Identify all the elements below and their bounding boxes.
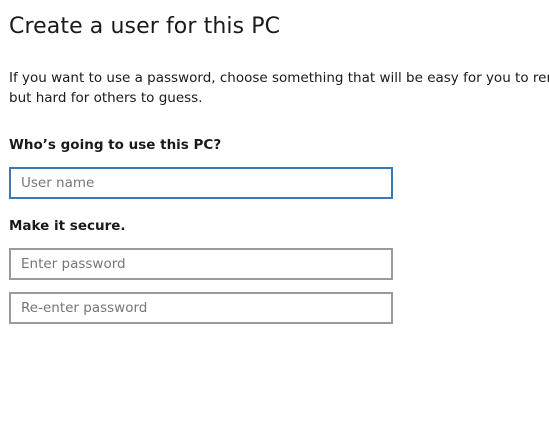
page-description: If you want to use a password, choose so… — [9, 68, 549, 108]
reenter-password-input[interactable] — [9, 292, 393, 324]
password-input[interactable] — [9, 248, 393, 280]
page-title: Create a user for this PC — [9, 14, 281, 39]
user-section-label: Who’s going to use this PC? — [9, 137, 222, 153]
username-input[interactable] — [9, 167, 393, 199]
security-section-label: Make it secure. — [9, 218, 126, 234]
description-line-1: If you want to use a password, choose so… — [9, 70, 549, 86]
create-user-page: Create a user for this PC If you want to… — [0, 0, 549, 445]
description-line-2: but hard for others to guess. — [9, 90, 203, 106]
